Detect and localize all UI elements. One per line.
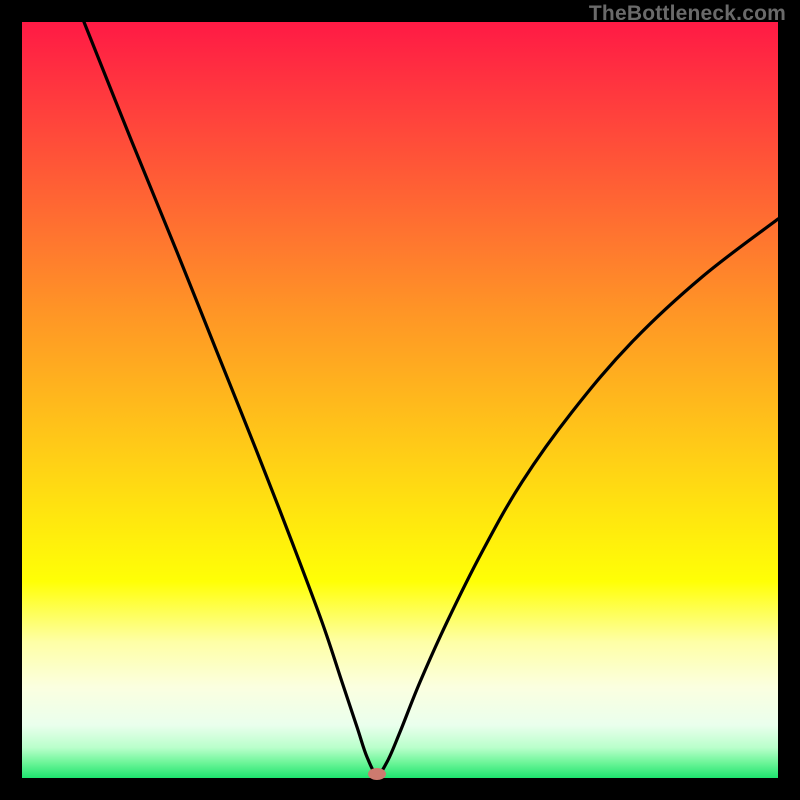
- chart-frame: TheBottleneck.com: [0, 0, 800, 800]
- optimal-point-marker: [368, 768, 386, 780]
- plot-area: [22, 22, 778, 778]
- bottleneck-curve: [22, 22, 778, 778]
